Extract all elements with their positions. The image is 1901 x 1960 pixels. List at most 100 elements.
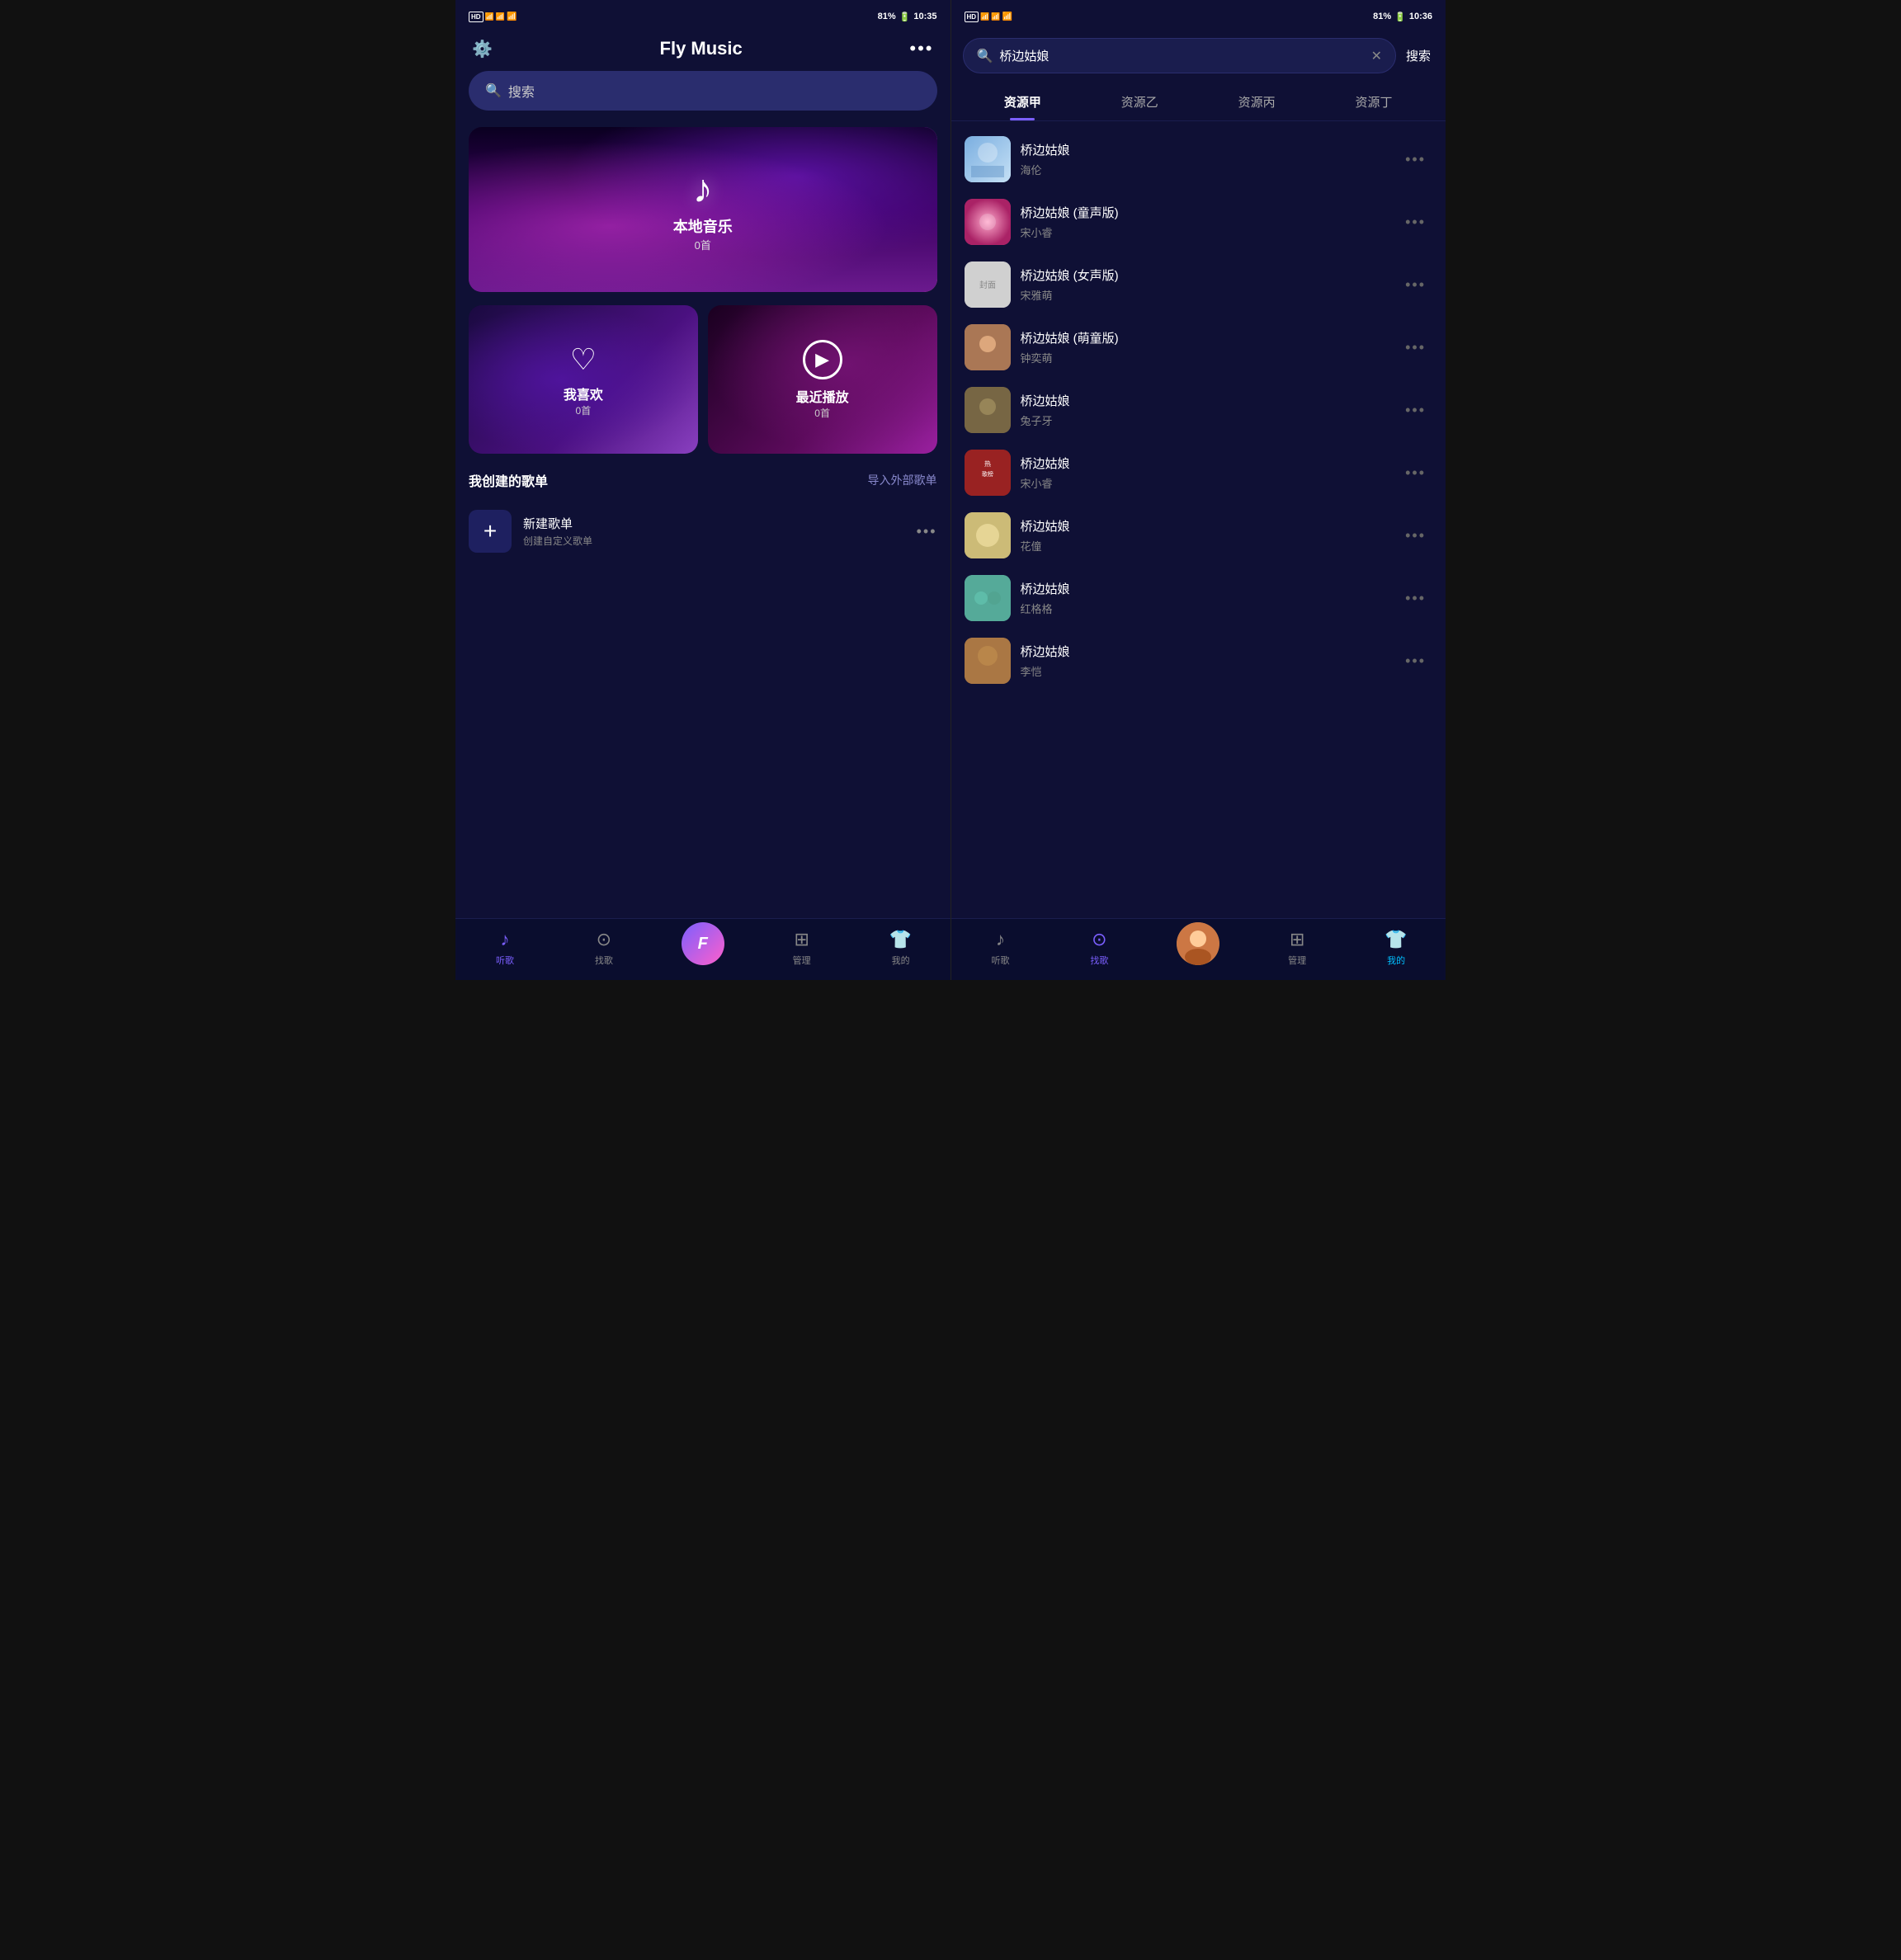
battery-icon: 🔋 — [899, 12, 911, 22]
song-more-3[interactable]: ••• — [1399, 270, 1432, 300]
song-title-9: 桥边姑娘 — [1021, 643, 1389, 660]
favorites-title: 我喜欢 — [564, 384, 603, 403]
music-note-icon: ♪ — [693, 167, 713, 212]
song-more-7[interactable]: ••• — [1399, 521, 1432, 551]
center-logo-button[interactable]: F — [682, 922, 724, 965]
song-more-9[interactable]: ••• — [1399, 646, 1432, 676]
song-more-6[interactable]: ••• — [1399, 458, 1432, 488]
song-item-2[interactable]: 桥边姑娘 (童声版) 宋小睿 ••• — [951, 191, 1446, 253]
search-submit-button[interactable]: 搜索 — [1403, 47, 1434, 64]
song-item-3[interactable]: 封面 桥边姑娘 (女声版) 宋雅萌 ••• — [951, 253, 1446, 316]
song-more-4[interactable]: ••• — [1399, 332, 1432, 363]
song-more-1[interactable]: ••• — [1399, 144, 1432, 175]
song-title-5: 桥边姑娘 — [1021, 392, 1389, 409]
playlist-desc: 创建自定义歌单 — [523, 534, 905, 548]
song-item-7[interactable]: 桥边姑娘 花僮 ••• — [951, 504, 1446, 567]
search-input-container[interactable]: 🔍 桥边姑娘 ✕ — [963, 38, 1396, 73]
rnav-manage[interactable]: ⊞ 管理 — [1248, 929, 1347, 967]
song-info-5: 桥边姑娘 兔子牙 — [1021, 392, 1389, 428]
song-item-1[interactable]: 桥边姑娘 海伦 ••• — [951, 128, 1446, 191]
song-artist-4: 钟奕萌 — [1021, 350, 1389, 365]
status-bar-right: HD 📶 📶 📶 81% 🔋 10:36 — [951, 0, 1446, 30]
song-item-8[interactable]: 桥边姑娘 红格格 ••• — [951, 567, 1446, 629]
song-title-4: 桥边姑娘 (萌童版) — [1021, 329, 1389, 346]
search-results-list: 桥边姑娘 海伦 ••• — [951, 128, 1446, 918]
tab-source-d[interactable]: 资源丁 — [1315, 85, 1432, 120]
rnav-find-label: 找歌 — [1090, 954, 1108, 967]
status-right-right: 81% 🔋 10:36 — [1373, 12, 1432, 22]
bottom-nav-right: ♪ 听歌 ⊙ 找歌 ⊞ 管理 👕 — [951, 918, 1446, 980]
more-menu-button[interactable]: ••• — [909, 38, 933, 59]
rnav-listen-label: 听歌 — [991, 954, 1009, 967]
rnav-find[interactable]: ⊙ 找歌 — [1050, 929, 1149, 967]
battery-pct-r: 81% — [1373, 12, 1391, 21]
status-bar-left: HD 📶 📶 📶 81% 🔋 10:35 — [455, 0, 950, 30]
signal-r2: 📶 — [991, 12, 1000, 21]
logo-icon: F — [698, 935, 708, 954]
song-more-8[interactable]: ••• — [1399, 583, 1432, 614]
local-music-banner[interactable]: ♪ 本地音乐 0首 — [469, 127, 937, 292]
favorites-count: 0首 — [576, 403, 592, 417]
signal-2: 📶 — [496, 12, 505, 21]
rnav-listen[interactable]: ♪ 听歌 — [951, 929, 1050, 967]
song-item-6[interactable]: 热 歌榜 桥边姑娘 宋小睿 ••• — [951, 441, 1446, 504]
song-more-5[interactable]: ••• — [1399, 395, 1432, 426]
tab-source-b[interactable]: 资源乙 — [1081, 85, 1198, 120]
search-icon-r: 🔍 — [977, 48, 993, 64]
song-info-3: 桥边姑娘 (女声版) 宋雅萌 — [1021, 266, 1389, 303]
plus-icon: + — [484, 518, 497, 544]
import-playlist-button[interactable]: 导入外部歌单 — [868, 472, 937, 488]
search-bar[interactable]: 🔍 搜索 — [469, 71, 937, 111]
tab-source-c[interactable]: 资源丙 — [1198, 85, 1315, 120]
song-info-7: 桥边姑娘 花僮 — [1021, 517, 1389, 554]
song-title-8: 桥边姑娘 — [1021, 580, 1389, 597]
rnav-find-icon: ⊙ — [1092, 929, 1106, 950]
rnav-center-avatar[interactable] — [1177, 922, 1219, 965]
hd-badge: HD — [469, 12, 484, 22]
rnav-center[interactable] — [1149, 931, 1248, 965]
song-title-6: 桥边姑娘 — [1021, 455, 1389, 472]
nav-manage[interactable]: ⊞ 管理 — [752, 929, 851, 967]
svg-text:歌榜: 歌榜 — [982, 470, 993, 478]
recent-play-card[interactable]: ▶ 最近播放 0首 — [708, 305, 937, 454]
song-info-2: 桥边姑娘 (童声版) 宋小睿 — [1021, 204, 1389, 240]
clear-search-button[interactable]: ✕ — [1371, 48, 1382, 64]
find-icon: ⊙ — [597, 929, 611, 950]
rnav-mine[interactable]: 👕 我的 — [1347, 929, 1446, 967]
settings-icon[interactable]: ⚙️ — [472, 39, 493, 59]
song-item-9[interactable]: 桥边姑娘 李恺 ••• — [951, 629, 1446, 692]
song-title-3: 桥边姑娘 (女声版) — [1021, 266, 1389, 284]
new-playlist-item[interactable]: + 新建歌单 创建自定义歌单 ••• — [455, 500, 950, 563]
manage-icon: ⊞ — [794, 929, 809, 950]
song-item-5[interactable]: 桥边姑娘 兔子牙 ••• — [951, 379, 1446, 441]
song-more-2[interactable]: ••• — [1399, 207, 1432, 238]
rnav-mine-label: 我的 — [1387, 954, 1405, 967]
nav-center[interactable]: F — [653, 931, 752, 965]
wifi-icon: 📶 — [507, 12, 517, 21]
nav-find[interactable]: ⊙ 找歌 — [554, 929, 653, 967]
status-right: 81% 🔋 10:35 — [878, 12, 937, 22]
song-thumb-2 — [965, 199, 1011, 245]
playlist-info: 新建歌单 创建自定义歌单 — [523, 515, 905, 548]
heart-icon: ♡ — [570, 342, 597, 377]
nav-listen[interactable]: ♪ 听歌 — [455, 929, 554, 967]
signal-r1: 📶 — [980, 12, 989, 21]
search-query-text: 桥边姑娘 — [999, 47, 1364, 64]
favorites-card[interactable]: ♡ 我喜欢 0首 — [469, 305, 698, 454]
playlist-section-header: 我创建的歌单 导入外部歌单 — [455, 470, 950, 500]
search-placeholder-text: 搜索 — [508, 81, 535, 101]
rnav-manage-label: 管理 — [1288, 954, 1306, 967]
tab-source-a[interactable]: 资源甲 — [965, 85, 1082, 120]
song-artist-3: 宋雅萌 — [1021, 287, 1389, 303]
nav-find-label: 找歌 — [595, 954, 613, 967]
song-thumb-3: 封面 — [965, 261, 1011, 308]
song-artist-8: 红格格 — [1021, 601, 1389, 616]
bottom-navigation: ♪ 听歌 ⊙ 找歌 F ⊞ 管理 👕 我的 — [455, 918, 950, 980]
song-item-4[interactable]: 桥边姑娘 (萌童版) 钟奕萌 ••• — [951, 316, 1446, 379]
playlist-more-button[interactable]: ••• — [917, 523, 937, 540]
source-tabs: 资源甲 资源乙 资源丙 资源丁 — [951, 85, 1446, 121]
wifi-r: 📶 — [1002, 12, 1012, 21]
nav-mine-label: 我的 — [892, 954, 910, 967]
battery-pct: 81% — [878, 12, 896, 21]
nav-mine[interactable]: 👕 我的 — [851, 929, 950, 967]
